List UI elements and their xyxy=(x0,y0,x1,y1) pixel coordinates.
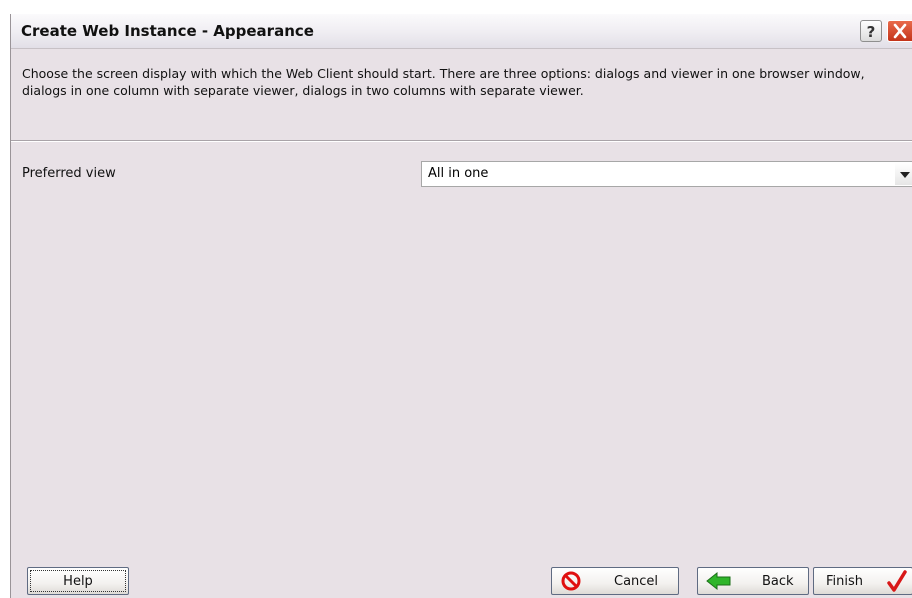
close-button[interactable] xyxy=(887,20,912,42)
preferred-view-label: Preferred view xyxy=(22,166,116,181)
separator xyxy=(11,140,912,142)
preferred-view-value: All in one xyxy=(428,166,489,181)
cancel-button-label: Cancel xyxy=(614,574,659,589)
red-checkmark-icon xyxy=(887,570,907,592)
help-question-button[interactable]: ? xyxy=(860,20,882,42)
help-button[interactable]: Help xyxy=(27,567,129,595)
green-left-arrow-icon xyxy=(706,571,731,591)
preferred-view-select[interactable]: All in one xyxy=(421,161,912,187)
back-button[interactable]: Back xyxy=(697,567,809,595)
finish-button[interactable]: Finish xyxy=(813,567,912,595)
finish-button-label: Finish xyxy=(826,574,864,589)
wizard-dialog: Create Web Instance - Appearance ? Choos… xyxy=(10,14,912,598)
instructions-text: Choose the screen display with which the… xyxy=(22,66,865,98)
close-icon xyxy=(893,23,907,39)
chevron-down-icon[interactable] xyxy=(895,163,912,185)
back-button-label: Back xyxy=(762,574,794,589)
title-bar[interactable]: Create Web Instance - Appearance ? xyxy=(11,14,912,49)
window-title: Create Web Instance - Appearance xyxy=(21,22,314,40)
help-button-label: Help xyxy=(63,574,93,589)
no-entry-icon xyxy=(561,571,581,591)
cancel-button[interactable]: Cancel xyxy=(551,567,679,595)
